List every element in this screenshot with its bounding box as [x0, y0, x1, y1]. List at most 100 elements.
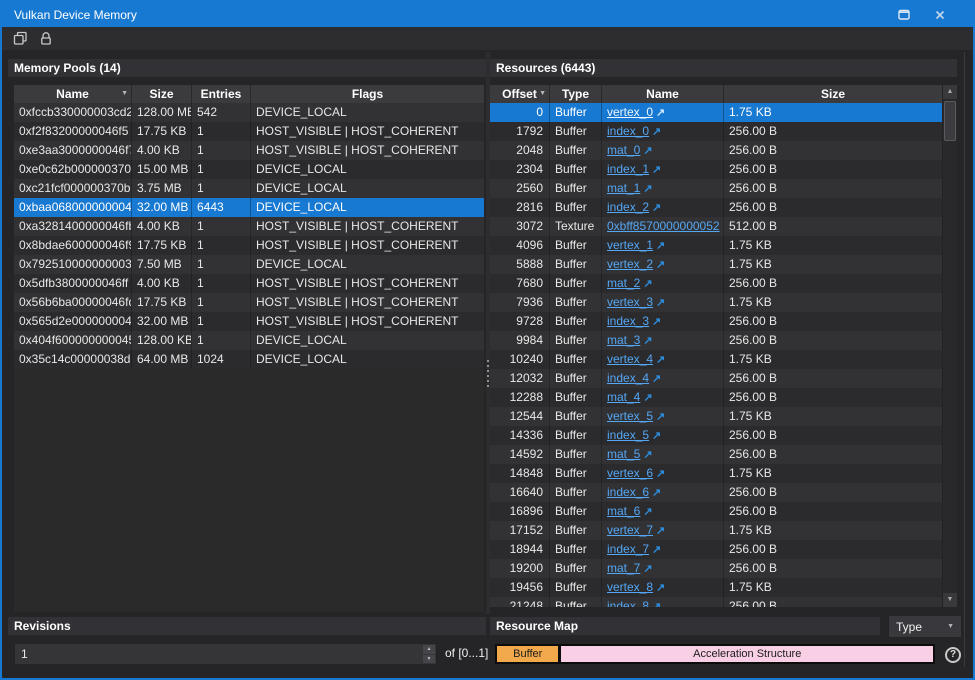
scrollbar-down-icon[interactable]: ▼	[943, 593, 957, 607]
resource-row[interactable]: 9728Bufferindex_3↗256.00 B	[490, 312, 942, 331]
panel-splitter[interactable]	[486, 52, 490, 614]
resource-row[interactable]: 3072Texture0xbff8570000000052↗512.00 B	[490, 217, 942, 236]
map-segment-buffer[interactable]: Buffer	[497, 646, 558, 662]
resource-row[interactable]: 7680Buffermat_2↗256.00 B	[490, 274, 942, 293]
resource-row[interactable]: 14848Buffervertex_6↗1.75 KB	[490, 464, 942, 483]
spinner-down-icon[interactable]: ▼	[423, 655, 435, 664]
resource-row[interactable]: 1792Bufferindex_0↗256.00 B	[490, 122, 942, 141]
column-header-size[interactable]: Size	[132, 85, 192, 103]
memory-pool-row[interactable]: 0x5dfb3800000046ff4.00 KB1HOST_VISIBLE |…	[14, 274, 484, 293]
resource-link[interactable]: vertex_2	[607, 257, 653, 271]
resource-link[interactable]: vertex_7	[607, 523, 653, 537]
column-header-type[interactable]: Type	[550, 85, 602, 103]
resource-link[interactable]: index_6	[607, 485, 649, 499]
close-button[interactable]	[935, 10, 945, 20]
resource-row[interactable]: 4096Buffervertex_1↗1.75 KB	[490, 236, 942, 255]
column-header-size[interactable]: Size	[724, 85, 942, 103]
memory-pool-row[interactable]: 0xf2f83200000046f517.75 KB1HOST_VISIBLE …	[14, 122, 484, 141]
resource-link[interactable]: index_1	[607, 162, 649, 176]
resources-scrollbar[interactable]: ▲ ▼	[942, 85, 957, 607]
resource-row[interactable]: 12288Buffermat_4↗256.00 B	[490, 388, 942, 407]
resource-row[interactable]: 2304Bufferindex_1↗256.00 B	[490, 160, 942, 179]
scrollbar-thumb[interactable]	[944, 101, 956, 141]
memory-pool-row[interactable]: 0xbaa068000000004d32.00 MB6443DEVICE_LOC…	[14, 198, 484, 217]
resource-name-cell: vertex_2↗	[602, 255, 724, 274]
resource-link[interactable]: mat_4	[607, 390, 640, 404]
resource-link[interactable]: index_0	[607, 124, 649, 138]
splitter-grip-icon[interactable]	[487, 360, 489, 387]
resource-link[interactable]: mat_6	[607, 504, 640, 518]
scrollbar-up-icon[interactable]: ▲	[943, 85, 957, 99]
memory-pool-row[interactable]: 0xc21fcf000000370b3.75 MB1DEVICE_LOCAL	[14, 179, 484, 198]
resource-row[interactable]: 5888Buffervertex_2↗1.75 KB	[490, 255, 942, 274]
resource-link[interactable]: vertex_4	[607, 352, 653, 366]
resource-link[interactable]: 0xbff8570000000052	[607, 219, 720, 233]
maximize-button[interactable]	[898, 9, 910, 20]
resource-link[interactable]: vertex_0	[607, 105, 653, 119]
resource-row[interactable]: 16640Bufferindex_6↗256.00 B	[490, 483, 942, 502]
resource-link[interactable]: vertex_6	[607, 466, 653, 480]
resource-row[interactable]: 19200Buffermat_7↗256.00 B	[490, 559, 942, 578]
column-header-name[interactable]: Name	[602, 85, 724, 103]
resource-link[interactable]: index_8	[607, 599, 649, 607]
memory-pool-row[interactable]: 0x79251000000000357.50 MB1DEVICE_LOCAL	[14, 255, 484, 274]
resource-row[interactable]: 18944Bufferindex_7↗256.00 B	[490, 540, 942, 559]
resource-name-cell: mat_0↗	[602, 141, 724, 160]
resource-link[interactable]: mat_0	[607, 143, 640, 157]
column-header-entries[interactable]: Entries	[192, 85, 251, 103]
resource-row[interactable]: 2816Bufferindex_2↗256.00 B	[490, 198, 942, 217]
column-header-flags[interactable]: Flags	[251, 85, 484, 103]
memory-pool-row[interactable]: 0xfccb330000003cd2128.00 MB542DEVICE_LOC…	[14, 103, 484, 122]
column-header-offset[interactable]: Offset▼	[490, 85, 550, 103]
revision-value[interactable]: 1	[15, 647, 422, 661]
resource-link[interactable]: mat_7	[607, 561, 640, 575]
memory-pool-row[interactable]: 0xa3281400000046fb4.00 KB1HOST_VISIBLE |…	[14, 217, 484, 236]
pool-name: 0x35c14c00000038d1	[14, 350, 132, 369]
revision-spinbox[interactable]: 1 ▲ ▼	[14, 643, 437, 665]
resource-link[interactable]: index_5	[607, 428, 649, 442]
help-button[interactable]: ?	[945, 647, 961, 663]
memory-pool-row[interactable]: 0x404f600000000045128.00 KB1DEVICE_LOCAL	[14, 331, 484, 350]
resource-link[interactable]: vertex_5	[607, 409, 653, 423]
resource-link[interactable]: index_3	[607, 314, 649, 328]
resource-link[interactable]: index_2	[607, 200, 649, 214]
memory-pool-row[interactable]: 0xe3aa3000000046f74.00 KB1HOST_VISIBLE |…	[14, 141, 484, 160]
resource-row[interactable]: 0Buffervertex_0↗1.75 KB	[490, 103, 942, 122]
resource-link[interactable]: index_4	[607, 371, 649, 385]
resource-type: Buffer	[550, 122, 602, 141]
resource-row[interactable]: 12544Buffervertex_5↗1.75 KB	[490, 407, 942, 426]
resource-row[interactable]: 9984Buffermat_3↗256.00 B	[490, 331, 942, 350]
resource-row[interactable]: 2048Buffermat_0↗256.00 B	[490, 141, 942, 160]
memory-pool-row[interactable]: 0x56b6ba00000046fd17.75 KB1HOST_VISIBLE …	[14, 293, 484, 312]
resource-link[interactable]: mat_5	[607, 447, 640, 461]
resource-link[interactable]: index_7	[607, 542, 649, 556]
resource-link[interactable]: vertex_8	[607, 580, 653, 594]
resource-link[interactable]: vertex_3	[607, 295, 653, 309]
resource-row[interactable]: 10240Buffervertex_4↗1.75 KB	[490, 350, 942, 369]
type-dropdown[interactable]: Type ▼	[888, 615, 962, 638]
resource-row[interactable]: 12032Bufferindex_4↗256.00 B	[490, 369, 942, 388]
memory-pool-row[interactable]: 0xe0c62b000000370715.00 MB1DEVICE_LOCAL	[14, 160, 484, 179]
resource-row[interactable]: 14336Bufferindex_5↗256.00 B	[490, 426, 942, 445]
column-header-name[interactable]: Name▼	[14, 85, 132, 103]
memory-pool-row[interactable]: 0x565d2e000000004b32.00 MB1HOST_VISIBLE …	[14, 312, 484, 331]
lock-button[interactable]	[37, 30, 55, 48]
resource-row[interactable]: 14592Buffermat_5↗256.00 B	[490, 445, 942, 464]
resource-link[interactable]: mat_3	[607, 333, 640, 347]
resource-row[interactable]: 7936Buffervertex_3↗1.75 KB	[490, 293, 942, 312]
map-segment-acceleration-structure[interactable]: Acceleration Structure	[561, 646, 933, 662]
spinner-up-icon[interactable]: ▲	[423, 645, 435, 654]
duplicate-window-icon	[13, 31, 28, 46]
resource-row[interactable]: 2560Buffermat_1↗256.00 B	[490, 179, 942, 198]
resource-row[interactable]: 17152Buffervertex_7↗1.75 KB	[490, 521, 942, 540]
resource-row[interactable]: 19456Buffervertex_8↗1.75 KB	[490, 578, 942, 597]
resource-link[interactable]: mat_2	[607, 276, 640, 290]
resource-row[interactable]: 16896Buffermat_6↗256.00 B	[490, 502, 942, 521]
memory-pool-row[interactable]: 0x8bdae600000046f917.75 KB1HOST_VISIBLE …	[14, 236, 484, 255]
resource-row[interactable]: 21248Bufferindex_8↗256.00 B	[490, 597, 942, 607]
resource-link[interactable]: vertex_1	[607, 238, 653, 252]
memory-pool-row[interactable]: 0x35c14c00000038d164.00 MB1024DEVICE_LOC…	[14, 350, 484, 369]
new-window-button[interactable]	[11, 30, 29, 48]
scrollbar-track[interactable]	[943, 99, 957, 593]
resource-link[interactable]: mat_1	[607, 181, 640, 195]
